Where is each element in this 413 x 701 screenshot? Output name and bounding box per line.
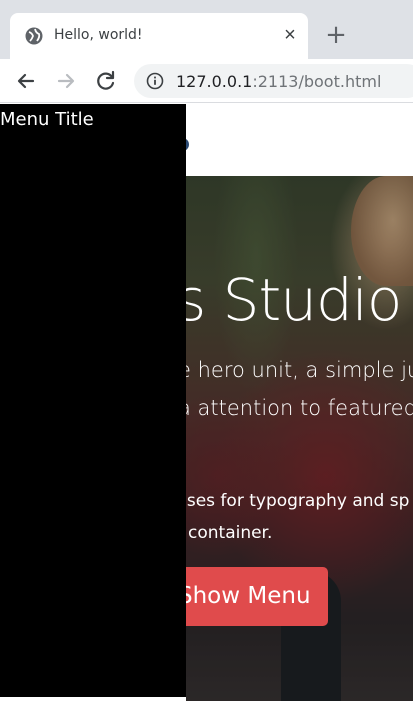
arrow-right-icon (57, 73, 75, 89)
reload-button[interactable] (92, 67, 120, 95)
new-tab-button[interactable]: + (322, 22, 350, 50)
forward-button[interactable] (52, 67, 80, 95)
tab-strip: Hello, world! × + (0, 0, 413, 59)
tab-title: Hello, world! (54, 27, 143, 43)
hero-paragraph-line-2: container. (188, 523, 273, 543)
url-path: :2113/boot.html (252, 72, 382, 91)
hero-lead-line-2: a attention to featured (178, 396, 413, 420)
url-text: 127.0.0.1:2113/boot.html (176, 72, 381, 91)
browser-toolbar: 127.0.0.1:2113/boot.html (0, 59, 413, 103)
reload-icon (97, 70, 115, 90)
hero-title: s Studio (176, 266, 402, 334)
address-bar[interactable]: 127.0.0.1:2113/boot.html (134, 64, 413, 98)
side-menu: Menu Title (0, 104, 186, 697)
page-viewport: s Studio e hero unit, a simple ju a atte… (0, 104, 413, 701)
info-icon (146, 72, 164, 90)
arrow-left-icon (17, 73, 35, 89)
close-tab-icon[interactable]: × (278, 23, 302, 47)
hero-lead-line-1: e hero unit, a simple ju (178, 358, 413, 382)
browser-tab[interactable]: Hello, world! × (10, 13, 308, 59)
back-button[interactable] (12, 67, 40, 95)
hero-paragraph-line-1: sses for typography and sp (178, 491, 410, 511)
globe-icon (25, 27, 43, 45)
url-host: 127.0.0.1 (176, 72, 253, 91)
menu-title: Menu Title (0, 109, 94, 130)
